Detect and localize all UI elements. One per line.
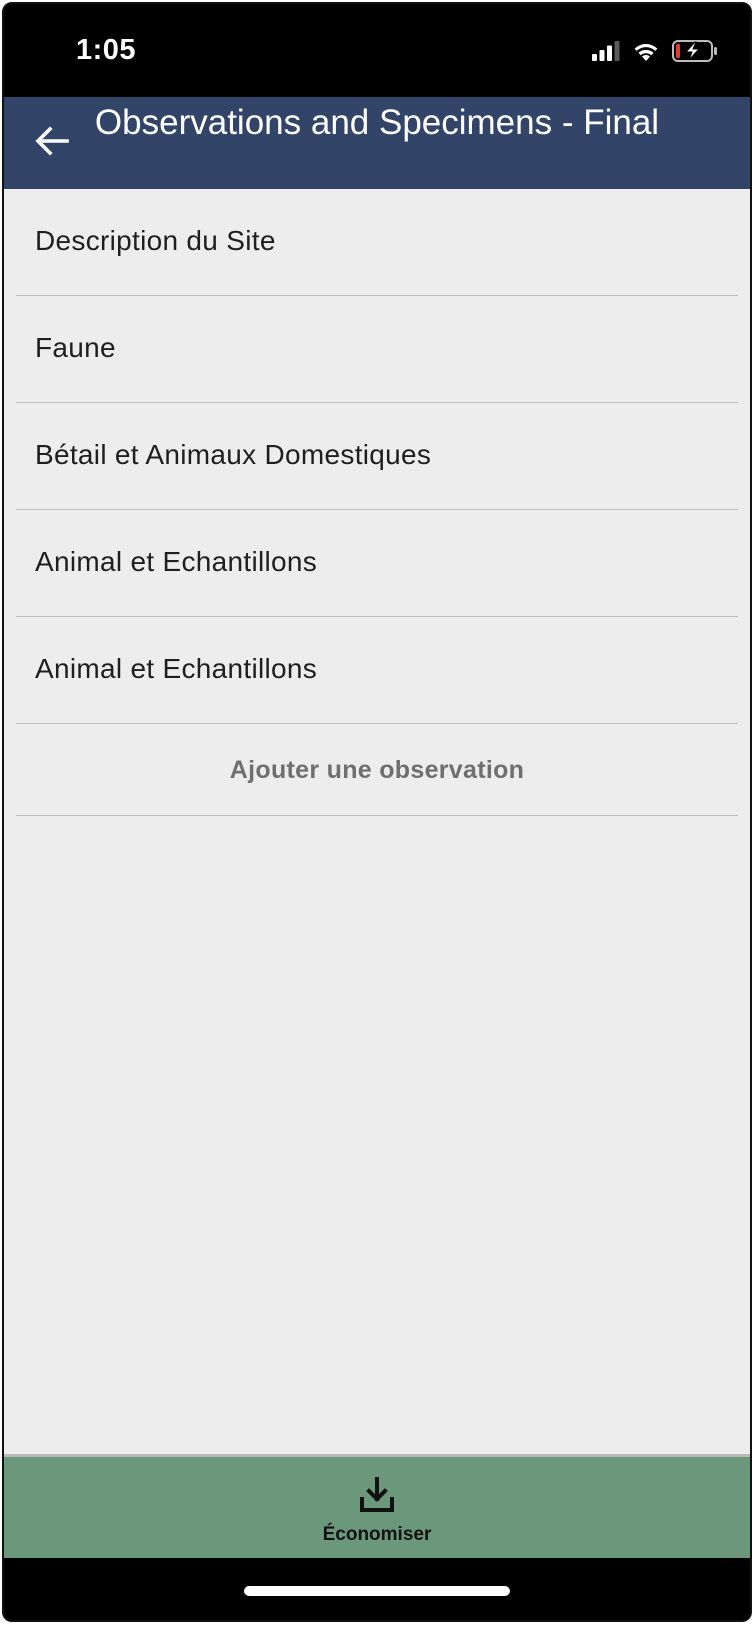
status-time: 1:05 xyxy=(76,34,137,66)
back-button[interactable] xyxy=(30,121,74,165)
list-item-label: Animal et Echantillons xyxy=(35,653,318,684)
list-item-label: Faune xyxy=(35,332,116,363)
add-observation-label: Ajouter une observation xyxy=(229,756,525,784)
list-item-faune[interactable]: Faune xyxy=(16,296,738,403)
download-tray-icon xyxy=(357,1475,397,1515)
app-header: Observations and Specimens - Final xyxy=(4,97,750,189)
status-bar: 1:05 xyxy=(4,4,750,97)
list-item-description-du-site[interactable]: Description du Site xyxy=(16,189,738,296)
add-observation-button[interactable]: Ajouter une observation xyxy=(16,724,738,816)
list-item-betail-et-animaux-domestiques[interactable]: Bétail et Animaux Domestiques xyxy=(16,403,738,510)
list-item-label: Description du Site xyxy=(35,225,276,256)
arrow-left-icon xyxy=(35,125,69,161)
observation-list: Description du Site Faune Bétail et Anim… xyxy=(4,189,750,1454)
page-title: Observations and Specimens - Final xyxy=(94,103,660,142)
list-item-label: Bétail et Animaux Domestiques xyxy=(35,439,432,470)
home-indicator[interactable] xyxy=(244,1586,510,1596)
list-item-animal-et-echantillons[interactable]: Animal et Echantillons xyxy=(16,510,738,617)
phone-frame: 1:05 Observations and Specimens - Final … xyxy=(2,2,752,1622)
cellular-signal-icon xyxy=(592,41,620,66)
home-indicator-area xyxy=(4,1558,750,1620)
battery-charging-icon xyxy=(672,40,718,67)
list-item-animal-et-echantillons-2[interactable]: Animal et Echantillons xyxy=(16,617,738,724)
list-item-label: Animal et Echantillons xyxy=(35,546,318,577)
wifi-icon xyxy=(632,40,660,67)
status-icons xyxy=(592,40,718,67)
save-label: Économiser xyxy=(322,1524,432,1545)
save-button[interactable]: Économiser xyxy=(4,1454,750,1558)
